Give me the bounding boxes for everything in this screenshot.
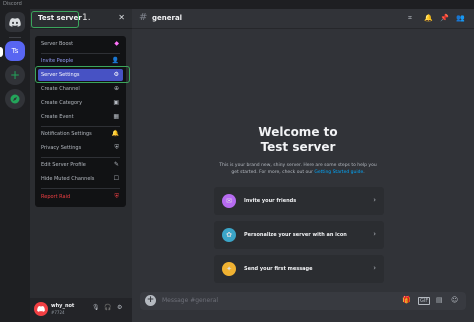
welcome-sub-line1: This is your brand new, shiny server. He… [219,163,377,168]
gear-icon[interactable]: ⚙ [117,304,122,311]
folder-plus-icon: ▣ [113,99,119,106]
calendar-plus-icon: ▦ [113,113,119,120]
step-1-label: 1. [82,13,91,23]
compass-icon [10,94,20,104]
menu-item-label: Create Event [41,114,74,120]
menu-item-label: Server Boost [41,41,74,47]
gift-icon[interactable]: 🎁 [402,296,411,304]
emoji-icon[interactable]: ☺ [451,296,458,304]
menu-item-label: Edit Server Profile [41,162,86,168]
headphones-icon[interactable]: 🎧 [104,304,111,311]
menu-item-notification-settings[interactable]: Notification Settings 🔔 [38,128,123,140]
window-title: Discord [3,1,22,7]
discord-avatar-icon [37,306,45,312]
card-invite-friends[interactable]: ✉ Invite your friends › [214,187,384,215]
gif-icon[interactable]: GIF [418,297,431,305]
menu-item-create-channel[interactable]: Create Channel ⊕ [38,83,123,95]
close-icon[interactable]: ✕ [118,13,125,22]
checkbox-icon[interactable]: ☐ [114,173,119,185]
plus-icon: + [9,68,21,82]
user-tag: #7724 [51,310,65,315]
server-icon-test-server[interactable]: Ts [5,41,25,61]
bell-icon: 🔔 [111,130,119,137]
add-attachment-icon[interactable]: + [145,295,156,306]
menu-item-edit-server-profile[interactable]: Edit Server Profile ✎ [38,159,123,171]
chevron-right-icon: › [373,230,376,238]
menu-item-label: Report Raid [41,194,71,200]
menu-item-server-boost[interactable]: Server Boost ◆ [38,38,123,50]
message-composer[interactable]: + Message #general 🎁 GIF ▤ ☺ [140,292,466,310]
welcome-sub-text: get started. For more, check out our [231,170,315,175]
home-button[interactable] [5,12,25,32]
menu-divider [41,126,120,127]
avatar[interactable] [34,302,48,316]
add-server-button[interactable]: + [5,65,25,85]
menu-item-label: Create Category [41,100,83,106]
menu-item-hide-muted-channels[interactable]: Hide Muted Channels ☐ [38,173,123,185]
menu-item-label: Invite People [41,58,74,64]
bell-icon[interactable]: 🔔 [424,14,433,22]
menu-divider [41,188,120,189]
pencil-icon: ✎ [113,161,119,168]
message-icon: ✦ [222,262,236,276]
menu-divider [41,53,120,54]
microphone-icon[interactable]: 🎙 [92,304,100,311]
welcome-subtitle: This is your brand new, shiny server. He… [210,162,386,176]
card-label: Invite your friends [244,198,297,204]
message-input-placeholder[interactable]: Message #general [162,297,218,304]
menu-item-create-event[interactable]: Create Event ▦ [38,111,123,123]
invite-friends-icon: ✉ [222,194,236,208]
sticker-icon[interactable]: ▤ [436,296,443,304]
add-circle-icon: ⊕ [113,85,119,92]
members-icon[interactable]: 👥 [456,14,465,22]
palette-icon: ✿ [222,228,236,242]
user-panel: why_not #7724 🎙 🎧 ⚙ [30,298,132,322]
card-label: Personalize your server with an icon [244,232,347,238]
welcome-title: Welcome to Test server [216,125,380,155]
menu-item-create-category[interactable]: Create Category ▣ [38,97,123,109]
pin-icon[interactable]: 📌 [440,14,449,22]
explore-servers-button[interactable] [5,89,25,109]
menu-item-label: Create Channel [41,86,80,92]
menu-divider [41,157,120,158]
hash-icon: # [139,12,148,23]
shield-alert-icon: ⛨ [114,193,119,200]
card-label: Send your first message [244,266,313,272]
welcome-title-line1: Welcome to [258,125,338,139]
threads-icon[interactable]: ⌗ [408,14,412,23]
welcome-sub-end: . [363,170,365,175]
chevron-right-icon: › [373,196,376,204]
server-rail: Ts + [0,9,30,322]
card-first-message[interactable]: ✦ Send your first message › [214,255,384,283]
boost-icon: ◆ [114,40,119,47]
menu-item-label: Hide Muted Channels [41,176,95,182]
menu-item-label: Privacy Settings [41,145,82,151]
discord-logo-icon [9,17,21,27]
server-initials: Ts [11,47,19,55]
channel-name: general [152,14,183,22]
menu-item-label: Notification Settings [41,131,92,137]
menu-item-report-raid[interactable]: Report Raid ⛨ [38,191,123,203]
chevron-right-icon: › [373,264,376,272]
step-2-highlight [35,66,130,83]
main-chat: # general ⌗ 🔔 📌 👥 Welcome to Test server… [132,9,474,322]
server-dropdown-menu: Server Boost ◆ Invite People 👤 Server Sett… [35,36,126,207]
menu-item-privacy-settings[interactable]: Privacy Settings ⛨ [38,142,123,154]
rail-separator [9,37,21,38]
getting-started-link[interactable]: Getting Started guide [314,170,363,175]
shield-icon: ⛨ [114,144,119,151]
welcome-title-line2: Test server [260,140,336,154]
step-1-highlight [31,11,79,28]
card-personalize-server[interactable]: ✿ Personalize your server with an icon › [214,221,384,249]
window-titlebar: Discord [0,0,474,9]
channel-header: # general ⌗ 🔔 📌 👥 [132,9,474,29]
username: why_not [51,303,75,309]
selected-server-indicator [0,47,3,57]
welcome-sub-line2: get started. For more, check out our Get… [210,169,386,176]
